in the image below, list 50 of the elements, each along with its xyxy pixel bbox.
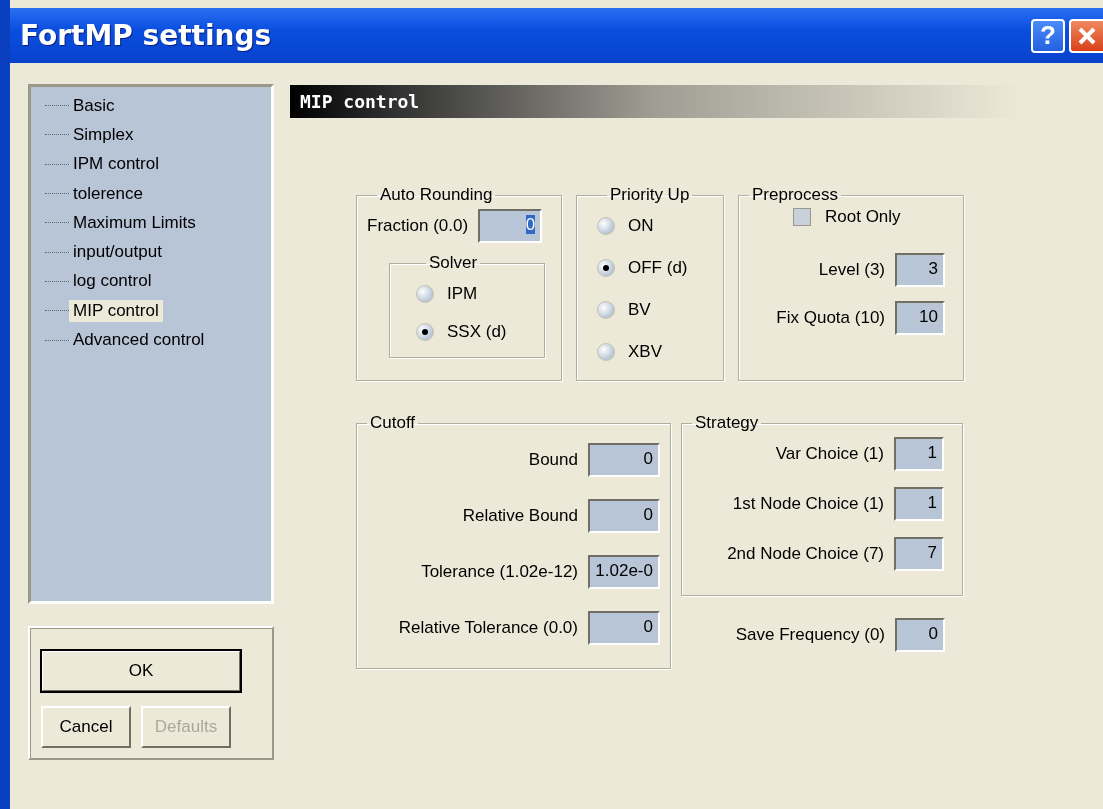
input-field[interactable]: 7 — [894, 537, 944, 571]
tree-item[interactable]: MIP control — [69, 299, 163, 322]
radio-option[interactable]: OFF (d) — [597, 247, 723, 289]
group-title: Solver — [428, 253, 479, 273]
field-label: 2nd Node Choice (7) — [727, 544, 884, 564]
close-icon — [1077, 25, 1097, 46]
window-title: FortMP settings — [20, 19, 272, 52]
page-title: MIP control — [300, 91, 420, 112]
field-label: Fix Quota (10) — [776, 308, 885, 328]
field-label: Fraction (0.0) — [367, 216, 469, 236]
input-field[interactable]: 0 — [588, 611, 660, 645]
radio-option[interactable]: XBV — [597, 331, 723, 373]
input-field[interactable]: 0 — [588, 443, 660, 477]
cancel-button[interactable]: Cancel — [41, 706, 131, 748]
group-title: Priority Up — [609, 185, 691, 205]
tree-item[interactable]: Basic — [69, 94, 119, 117]
field-label: Bound — [528, 450, 578, 470]
tree-item[interactable]: input/output — [69, 241, 166, 264]
input-field[interactable]: 0 — [895, 618, 945, 652]
group-title: Preprocess — [751, 185, 839, 205]
field-label: Level (3) — [818, 260, 885, 280]
input-field[interactable]: 1 — [894, 437, 944, 471]
group-title: Cutoff — [369, 413, 417, 433]
close-button[interactable] — [1069, 18, 1103, 53]
input-field[interactable]: 1.02e-0 — [588, 555, 660, 589]
tree-item[interactable]: Maximum Limits — [69, 211, 200, 234]
help-button[interactable]: ? — [1031, 18, 1065, 53]
field-label: Tolerance (1.02e-12) — [421, 562, 578, 582]
field-label: Relative Tolerance (0.0) — [398, 618, 578, 638]
tree-item[interactable]: Advanced control — [69, 329, 209, 351]
radio-option[interactable]: ON — [597, 205, 723, 247]
field-label: Save Frequency (0) — [735, 625, 885, 645]
radio-option[interactable]: BV — [597, 289, 723, 331]
tree-item[interactable]: log control — [69, 270, 156, 293]
field-label: Var Choice (1) — [775, 444, 884, 464]
field-label: 1st Node Choice (1) — [732, 494, 884, 514]
input-field[interactable]: 10 — [895, 301, 945, 335]
ok-button[interactable]: OK — [41, 650, 241, 692]
tree-item[interactable]: tolerence — [69, 182, 147, 205]
input-field[interactable]: 0 — [478, 209, 543, 243]
tree-item[interactable]: Simplex — [69, 123, 138, 146]
tree-item[interactable]: IPM control — [69, 153, 163, 176]
group-title: Strategy — [694, 413, 760, 433]
field-label: Relative Bound — [462, 506, 578, 526]
input-field[interactable]: 0 — [588, 499, 660, 533]
radio-option[interactable]: IPM — [416, 275, 544, 313]
group-title: Auto Rounding — [379, 185, 494, 205]
input-field[interactable]: 3 — [895, 253, 945, 287]
input-field[interactable]: 1 — [894, 487, 944, 521]
radio-option[interactable]: SSX (d) — [416, 313, 544, 351]
